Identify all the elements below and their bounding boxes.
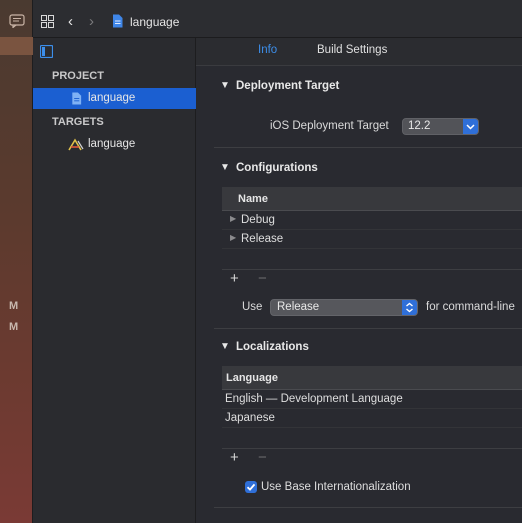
- tab-build-settings[interactable]: Build Settings: [317, 44, 387, 56]
- forward-chevron-icon[interactable]: ›: [89, 13, 94, 30]
- jump-bar: ‹ › language: [33, 0, 522, 38]
- localization-language: English — Development Language: [225, 393, 403, 405]
- section-divider: [214, 507, 522, 508]
- project-info-editor: ▼ Deployment Target iOS Deployment Targe…: [196, 67, 522, 523]
- configuration-name: Release: [241, 233, 284, 245]
- modified-marker: M: [9, 321, 19, 333]
- select-value: Release: [277, 301, 320, 313]
- back-chevron-icon[interactable]: ‹: [68, 13, 73, 30]
- chevron-updown-icon[interactable]: [402, 300, 417, 315]
- project-file-icon: [113, 14, 123, 28]
- project-file-icon: [72, 92, 82, 105]
- disclosure-triangle-icon[interactable]: ▼: [220, 162, 230, 173]
- disclosure-triangle-icon[interactable]: ▶: [230, 233, 236, 242]
- localizations-header[interactable]: ▼ Localizations: [196, 338, 522, 358]
- column-header-language: Language: [226, 372, 278, 384]
- add-configuration-button[interactable]: +: [230, 270, 239, 287]
- app-target-icon: [68, 138, 84, 151]
- configurations-header[interactable]: ▼ Configurations: [196, 159, 522, 179]
- table-header[interactable]: Language: [222, 366, 522, 390]
- related-items-grid-icon[interactable]: [41, 15, 54, 28]
- message-icon[interactable]: [9, 14, 25, 28]
- disclosure-triangle-icon[interactable]: ▼: [220, 80, 230, 91]
- add-localization-button[interactable]: +: [230, 449, 239, 466]
- targets-section-header: TARGETS: [52, 116, 104, 128]
- select-value: 12.2: [408, 120, 431, 132]
- deployment-target-header[interactable]: ▼ Deployment Target: [196, 77, 522, 97]
- project-targets-sidebar: PROJECT language TARGETS language: [33, 38, 196, 523]
- checkmark-icon: [246, 483, 256, 491]
- sidebar-item-label: language: [88, 138, 136, 150]
- base-internationalization-label[interactable]: Use Base Internationalization: [261, 481, 411, 493]
- configuration-name: Debug: [241, 214, 275, 226]
- sidebar-item-label: language: [88, 92, 136, 104]
- base-internationalization-checkbox[interactable]: [245, 481, 257, 493]
- use-configuration-suffix: for command-line: [426, 301, 515, 313]
- table-row[interactable]: ▶ Release: [222, 230, 522, 249]
- ios-deployment-target-select[interactable]: 12.2: [402, 118, 479, 135]
- remove-localization-button[interactable]: −: [258, 449, 267, 466]
- chevron-down-icon[interactable]: [463, 119, 478, 134]
- command-line-configuration-select[interactable]: Release: [270, 299, 418, 316]
- project-section-header: PROJECT: [52, 70, 104, 82]
- sidebar-item-target-language[interactable]: language: [33, 134, 196, 155]
- modified-marker: M: [9, 300, 19, 312]
- tab-info[interactable]: Info: [258, 44, 277, 56]
- disclosure-triangle-icon[interactable]: ▼: [220, 341, 230, 352]
- ios-deployment-target-label: iOS Deployment Target: [270, 120, 389, 132]
- table-row[interactable]: English — Development Language: [222, 390, 522, 409]
- table-row[interactable]: Japanese: [222, 409, 522, 428]
- section-title: Deployment Target: [236, 80, 340, 92]
- table-header[interactable]: Name: [222, 187, 522, 211]
- section-divider: [214, 328, 522, 329]
- localization-language: Japanese: [225, 412, 275, 424]
- table-bottom-border: [222, 448, 522, 449]
- navigator-strip: M M: [0, 0, 33, 523]
- table-bottom-border: [222, 269, 522, 270]
- sidebar-item-project-language[interactable]: language: [33, 88, 196, 109]
- sidebar-toggle-icon[interactable]: [40, 45, 53, 58]
- section-title: Configurations: [236, 162, 318, 174]
- disclosure-triangle-icon[interactable]: ▶: [230, 214, 236, 223]
- section-divider: [214, 147, 522, 148]
- table-row[interactable]: ▶ Debug: [222, 211, 522, 230]
- use-configuration-label: Use: [242, 301, 263, 313]
- jump-bar-file-title[interactable]: language: [130, 15, 179, 29]
- editor-tabs: Info Build Settings: [196, 38, 522, 66]
- navigator-selection-band: [0, 37, 33, 55]
- column-header-name: Name: [238, 193, 268, 205]
- section-title: Localizations: [236, 341, 309, 353]
- remove-configuration-button[interactable]: −: [258, 270, 267, 287]
